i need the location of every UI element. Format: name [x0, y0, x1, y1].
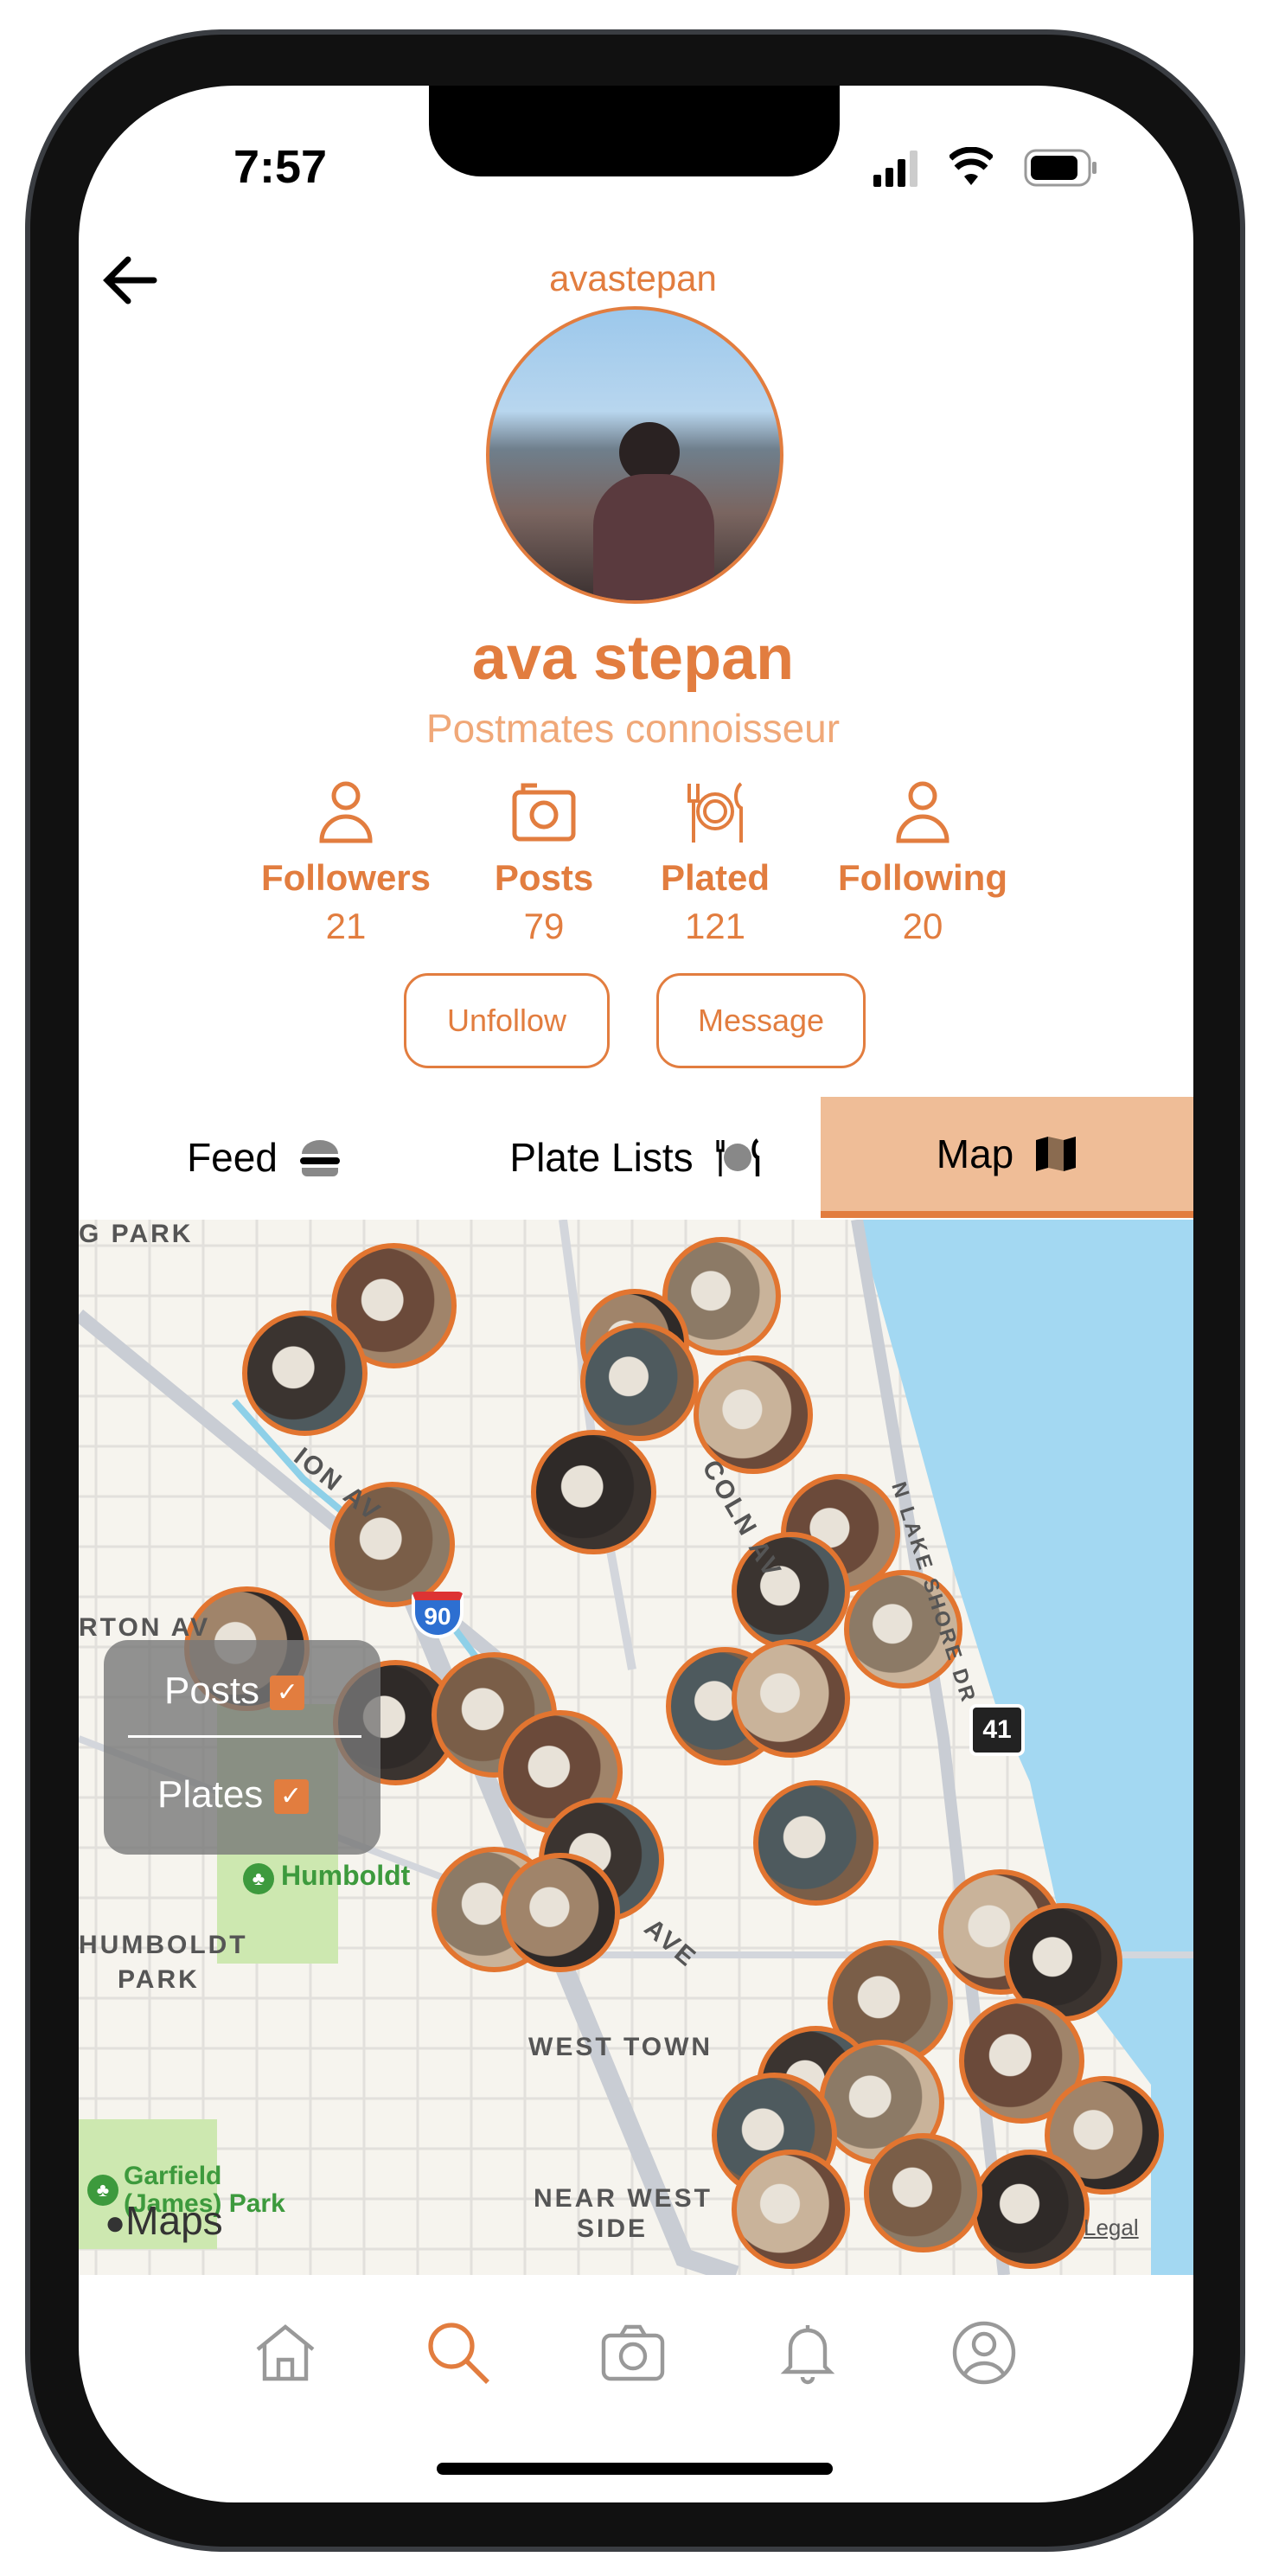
map-label: WEST TOWN	[528, 2033, 713, 2061]
map-view[interactable]: G PARK RTON AV ION AV COLN AV ♣ Humboldt …	[79, 1220, 1193, 2275]
map-label: NEAR WEST	[534, 2184, 713, 2213]
notch	[429, 86, 840, 176]
nav-camera-icon[interactable]	[598, 2318, 668, 2387]
person-icon	[896, 781, 950, 843]
map-filter-panel: Posts ✓ Plates ✓	[104, 1640, 380, 1855]
tab-map[interactable]: Map	[821, 1097, 1193, 1218]
tab-label: Plate Lists	[509, 1135, 694, 1180]
legal-link[interactable]: Legal	[1084, 2214, 1139, 2241]
map-label: PARK	[118, 1965, 200, 1994]
photo-pin[interactable]	[530, 1429, 656, 1555]
park-icon: ♣	[243, 1863, 274, 1894]
filter-posts[interactable]: Posts ✓	[164, 1669, 305, 1713]
unfollow-button[interactable]: Unfollow	[404, 973, 610, 1068]
display-name: ava stepan	[471, 624, 795, 693]
filter-label: Posts	[164, 1669, 260, 1712]
stat-value: 20	[902, 906, 943, 946]
maps-brand: Maps	[125, 2198, 223, 2243]
photo-pin[interactable]	[242, 1310, 368, 1437]
map-label: Garfield	[124, 2162, 222, 2190]
nav-search-icon[interactable]	[424, 2318, 493, 2387]
photo-pin[interactable]	[501, 1853, 620, 1972]
username: avastepan	[549, 258, 717, 298]
stat-label: Following	[838, 857, 1007, 898]
filter-label: Plates	[157, 1773, 264, 1816]
camera-icon	[512, 783, 576, 842]
filter-plates[interactable]: Plates ✓	[157, 1773, 309, 1817]
map-label: HUMBOLDT	[79, 1931, 248, 1959]
checkbox-checked-icon[interactable]: ✓	[273, 1779, 309, 1815]
tab-feed[interactable]: Feed	[79, 1097, 450, 1218]
signal-icon	[873, 151, 918, 187]
battery-icon	[1024, 149, 1097, 187]
map-label: SIDE	[577, 2214, 649, 2243]
nav-profile-icon[interactable]	[950, 2318, 1019, 2387]
us-41-shield: 41	[969, 1704, 1025, 1756]
plate-utensils-icon	[687, 782, 743, 843]
photo-pin[interactable]	[694, 1355, 813, 1474]
tab-plate-lists[interactable]: Plate Lists	[450, 1097, 821, 1218]
apple-maps-logo: ●Maps	[105, 2198, 223, 2243]
message-button[interactable]: Message	[656, 973, 866, 1068]
map-label: Humboldt	[281, 1860, 411, 1891]
person-icon	[319, 781, 373, 843]
nav-bell-icon[interactable]	[773, 2318, 842, 2387]
photo-pin[interactable]	[753, 1780, 879, 1906]
stat-label: Plated	[660, 857, 770, 898]
photo-pin[interactable]	[732, 1638, 851, 1758]
poi-humboldt[interactable]: ♣ Humboldt	[243, 1860, 410, 1894]
burger-icon	[299, 1140, 340, 1176]
photo-pin[interactable]	[970, 2150, 1090, 2269]
map-label: G PARK	[79, 1220, 194, 1248]
stat-plated[interactable]: Plated 121	[611, 777, 819, 947]
stat-following[interactable]: Following 20	[819, 777, 1026, 947]
stat-followers[interactable]: Followers 21	[242, 777, 450, 947]
stat-value: 21	[325, 906, 367, 946]
plate-utensils-icon	[716, 1138, 759, 1176]
home-indicator	[437, 2463, 833, 2475]
stat-label: Followers	[260, 857, 432, 898]
photo-pin[interactable]	[579, 1322, 700, 1441]
wifi-icon	[950, 147, 993, 185]
avatar	[486, 306, 783, 604]
nav-home-icon[interactable]	[251, 2318, 320, 2387]
stat-value: 121	[684, 906, 746, 946]
tab-label: Map	[936, 1131, 1014, 1176]
photo-pin[interactable]	[732, 2150, 851, 2269]
map-icon	[1036, 1137, 1077, 1171]
divider	[128, 1735, 361, 1738]
bio: Postmates connoisseur	[425, 706, 841, 751]
photo-pin[interactable]	[863, 2133, 982, 2252]
checkbox-checked-icon[interactable]: ✓	[270, 1676, 305, 1711]
tab-label: Feed	[187, 1135, 278, 1180]
status-time: 7:57	[233, 141, 328, 193]
map-label: RTON AV	[79, 1613, 211, 1642]
